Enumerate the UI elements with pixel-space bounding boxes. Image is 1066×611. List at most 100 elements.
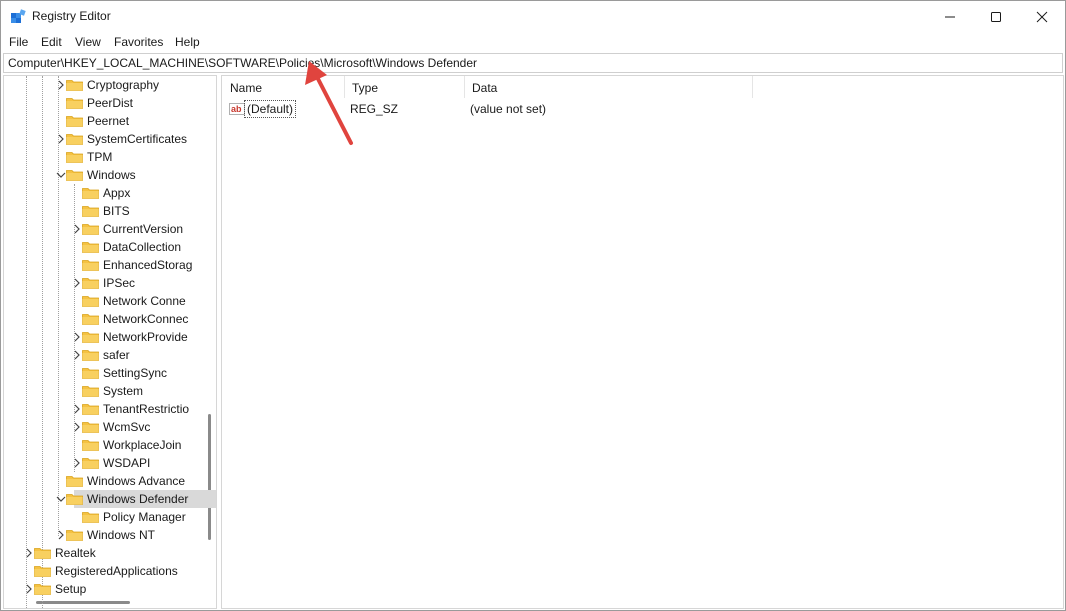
chevron-right-icon[interactable] bbox=[72, 332, 82, 342]
close-icon bbox=[1036, 11, 1048, 22]
tree-node-label: WSDAPI bbox=[103, 456, 151, 470]
string-value-icon: ab bbox=[229, 103, 245, 115]
folder-icon bbox=[82, 188, 99, 199]
registry-editor-window: Registry Editor File Edit View Favorites… bbox=[0, 0, 1066, 611]
maximize-icon bbox=[991, 11, 1001, 22]
minimize-button[interactable] bbox=[927, 1, 973, 32]
chevron-right-icon[interactable] bbox=[24, 548, 34, 558]
tree-node-label: EnhancedStorag bbox=[103, 258, 193, 272]
folder-icon bbox=[66, 494, 83, 505]
tree-node-label: Peernet bbox=[87, 114, 130, 128]
folder-icon bbox=[34, 566, 51, 577]
value-name[interactable]: (Default) bbox=[244, 100, 297, 118]
folder-icon bbox=[82, 512, 99, 523]
key-tree-pane[interactable]: Cryptography PeerDist Peernet SystemCertifi… bbox=[3, 75, 217, 609]
folder-icon bbox=[82, 422, 99, 433]
tree-node-label: TPM bbox=[87, 150, 113, 164]
folder-icon bbox=[82, 206, 99, 217]
tree-guide-line bbox=[42, 76, 43, 608]
folder-icon bbox=[82, 224, 99, 235]
folder-icon bbox=[66, 476, 83, 487]
folder-icon bbox=[82, 278, 99, 289]
menu-edit[interactable]: Edit bbox=[41, 35, 62, 49]
chevron-right-icon[interactable] bbox=[72, 422, 82, 432]
tree-node-label: Windows bbox=[87, 168, 136, 182]
chevron-right-icon[interactable] bbox=[56, 530, 66, 540]
menu-help[interactable]: Help bbox=[175, 35, 200, 49]
column-name-label: Name bbox=[230, 81, 263, 95]
chevron-right-icon[interactable] bbox=[56, 134, 66, 144]
tree-node-label: Windows NT bbox=[87, 528, 156, 542]
folder-icon bbox=[82, 386, 99, 397]
address-bar[interactable]: Computer\HKEY_LOCAL_MACHINE\SOFTWARE\Pol… bbox=[3, 53, 1063, 73]
column-header-data[interactable]: Data bbox=[464, 76, 752, 98]
tree-node-label: SystemCertificates bbox=[87, 132, 188, 146]
registry-editor-app-icon bbox=[11, 9, 26, 23]
value-row[interactable]: ab (Default) REG_SZ (value not set) bbox=[222, 99, 822, 119]
tree-node-label: RegisteredApplications bbox=[55, 564, 178, 578]
folder-icon bbox=[82, 242, 99, 253]
folder-icon bbox=[66, 98, 83, 109]
tree-node-label: Cryptography bbox=[87, 78, 160, 92]
column-type-label: Type bbox=[352, 81, 379, 95]
tree-node-label: Windows Defender bbox=[87, 492, 189, 506]
chevron-right-icon[interactable] bbox=[72, 350, 82, 360]
tree-node-label: IPSec bbox=[103, 276, 136, 290]
folder-icon bbox=[82, 314, 99, 325]
tree-node-label: SettingSync bbox=[103, 366, 168, 380]
folder-icon bbox=[34, 548, 51, 559]
address-path[interactable]: Computer\HKEY_LOCAL_MACHINE\SOFTWARE\Pol… bbox=[8, 56, 477, 70]
folder-icon bbox=[82, 440, 99, 451]
chevron-right-icon[interactable] bbox=[72, 458, 82, 468]
tree-guide-line bbox=[26, 76, 27, 608]
chevron-right-icon[interactable] bbox=[72, 224, 82, 234]
folder-icon bbox=[66, 134, 83, 145]
folder-icon bbox=[66, 170, 83, 181]
folder-icon bbox=[66, 116, 83, 127]
column-separator[interactable] bbox=[752, 76, 753, 98]
menu-bar: File Edit View Favorites Help bbox=[1, 32, 1065, 52]
window-title: Registry Editor bbox=[32, 9, 111, 23]
close-button[interactable] bbox=[1019, 1, 1065, 32]
chevron-right-icon[interactable] bbox=[24, 584, 34, 594]
folder-icon bbox=[66, 80, 83, 91]
menu-file[interactable]: File bbox=[9, 35, 28, 49]
tree-horizontal-scrollbar[interactable] bbox=[36, 601, 130, 604]
chevron-right-icon[interactable] bbox=[72, 278, 82, 288]
tree-node-label: BITS bbox=[103, 204, 130, 218]
chevron-right-icon[interactable] bbox=[56, 80, 66, 90]
tree-node-label: System bbox=[103, 384, 144, 398]
folder-icon bbox=[66, 152, 83, 163]
menu-favorites[interactable]: Favorites bbox=[114, 35, 163, 49]
folder-icon bbox=[82, 404, 99, 415]
menu-view[interactable]: View bbox=[75, 35, 101, 49]
tree-node-label: safer bbox=[103, 348, 130, 362]
value-type: REG_SZ bbox=[350, 102, 399, 116]
column-data-label: Data bbox=[472, 81, 498, 95]
chevron-right-icon[interactable] bbox=[72, 404, 82, 414]
maximize-button[interactable] bbox=[973, 1, 1019, 32]
tree-node-label: PeerDist bbox=[87, 96, 134, 110]
folder-icon bbox=[34, 584, 51, 595]
svg-text:ab: ab bbox=[231, 104, 242, 114]
column-header-name[interactable]: Name bbox=[222, 76, 344, 98]
chevron-down-icon[interactable] bbox=[56, 494, 66, 504]
folder-icon bbox=[82, 368, 99, 379]
tree-vertical-scrollbar[interactable] bbox=[208, 414, 211, 540]
folder-icon bbox=[82, 458, 99, 469]
tree-node-label: Realtek bbox=[55, 546, 96, 560]
chevron-down-icon[interactable] bbox=[56, 170, 66, 180]
tree-guide-line bbox=[58, 76, 59, 536]
tree-node-label: Windows Advance bbox=[87, 474, 186, 488]
folder-icon bbox=[82, 332, 99, 343]
tree-node-label: NetworkProvide bbox=[103, 330, 188, 344]
folder-icon bbox=[82, 350, 99, 361]
values-list-pane[interactable]: Name Type Data ab (Default) REG_SZ (valu… bbox=[221, 75, 1064, 609]
title-bar[interactable]: Registry Editor bbox=[1, 1, 1065, 32]
tree-node-label: TenantRestrictio bbox=[103, 402, 190, 416]
tree-node-label: Network Conne bbox=[103, 294, 186, 308]
tree-node-label: Appx bbox=[103, 186, 131, 200]
column-header-type[interactable]: Type bbox=[344, 76, 464, 98]
value-data: (value not set) bbox=[470, 102, 547, 116]
folder-icon bbox=[82, 296, 99, 307]
